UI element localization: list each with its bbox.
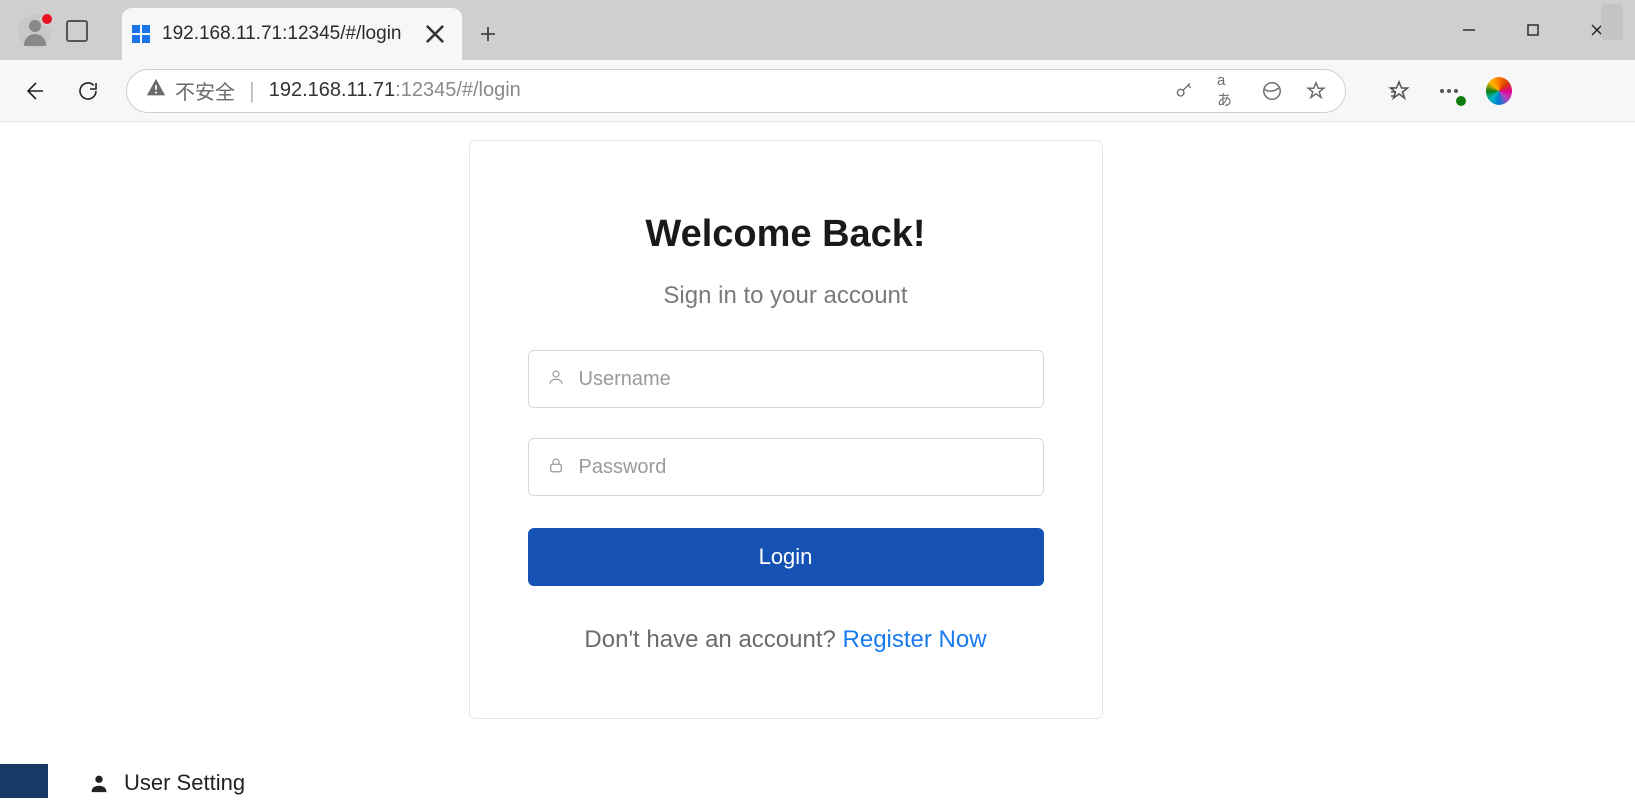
profile-avatar-button[interactable] xyxy=(18,14,52,48)
register-link[interactable]: Register Now xyxy=(843,626,987,653)
login-button[interactable]: Login xyxy=(528,528,1044,586)
favorites-bar-icon[interactable] xyxy=(1386,78,1412,104)
active-tab[interactable]: 192.168.11.71:12345/#/login xyxy=(122,8,462,60)
address-bar[interactable]: 不安全 | 192.168.11.71:12345/#/login aあ xyxy=(126,69,1346,113)
user-setting-label: User Setting xyxy=(124,770,245,796)
password-input[interactable] xyxy=(579,456,1025,479)
tab-actions-button[interactable] xyxy=(66,20,88,42)
back-button[interactable] xyxy=(18,75,50,107)
edge-menu-icon[interactable] xyxy=(1261,80,1283,102)
no-account-text: Don't have an account? xyxy=(584,626,842,653)
browser-tab-strip: 192.168.11.71:12345/#/login xyxy=(0,0,1635,60)
register-row: Don't have an account? Register Now xyxy=(528,626,1044,654)
tab-title: 192.168.11.71:12345/#/login xyxy=(162,23,410,45)
user-icon xyxy=(547,368,565,391)
address-divider: | xyxy=(249,78,255,104)
tab-favicon-icon xyxy=(132,25,150,43)
taskbar-fragment xyxy=(0,764,48,798)
browser-toolbar: 不安全 | 192.168.11.71:12345/#/login aあ xyxy=(0,60,1635,122)
login-title: Welcome Back! xyxy=(528,213,1044,256)
lock-icon xyxy=(547,456,565,479)
copilot-icon[interactable] xyxy=(1486,78,1512,104)
username-field[interactable] xyxy=(528,350,1044,408)
user-setting-item[interactable]: User Setting xyxy=(88,770,245,796)
favorite-icon[interactable] xyxy=(1305,80,1327,102)
maximize-window-button[interactable] xyxy=(1501,8,1565,52)
refresh-button[interactable] xyxy=(72,75,104,107)
close-tab-button[interactable] xyxy=(422,21,448,47)
minimize-window-button[interactable] xyxy=(1437,8,1501,52)
new-tab-button[interactable] xyxy=(462,8,514,60)
username-input[interactable] xyxy=(579,368,1025,391)
settings-more-icon[interactable] xyxy=(1436,78,1462,104)
not-secure-label: 不安全 xyxy=(175,76,235,105)
not-secure-icon xyxy=(145,77,167,105)
password-field[interactable] xyxy=(528,438,1044,496)
page-viewport: Welcome Back! Sign in to your account Lo… xyxy=(6,122,1565,798)
translate-icon[interactable]: aあ xyxy=(1217,80,1239,102)
login-subtitle: Sign in to your account xyxy=(528,282,1044,310)
vertical-scrollbar[interactable] xyxy=(1601,4,1623,40)
address-url: 192.168.11.71:12345/#/login xyxy=(269,79,521,102)
passwords-icon[interactable] xyxy=(1173,80,1195,102)
login-card: Welcome Back! Sign in to your account Lo… xyxy=(469,140,1103,719)
person-icon xyxy=(88,772,110,794)
